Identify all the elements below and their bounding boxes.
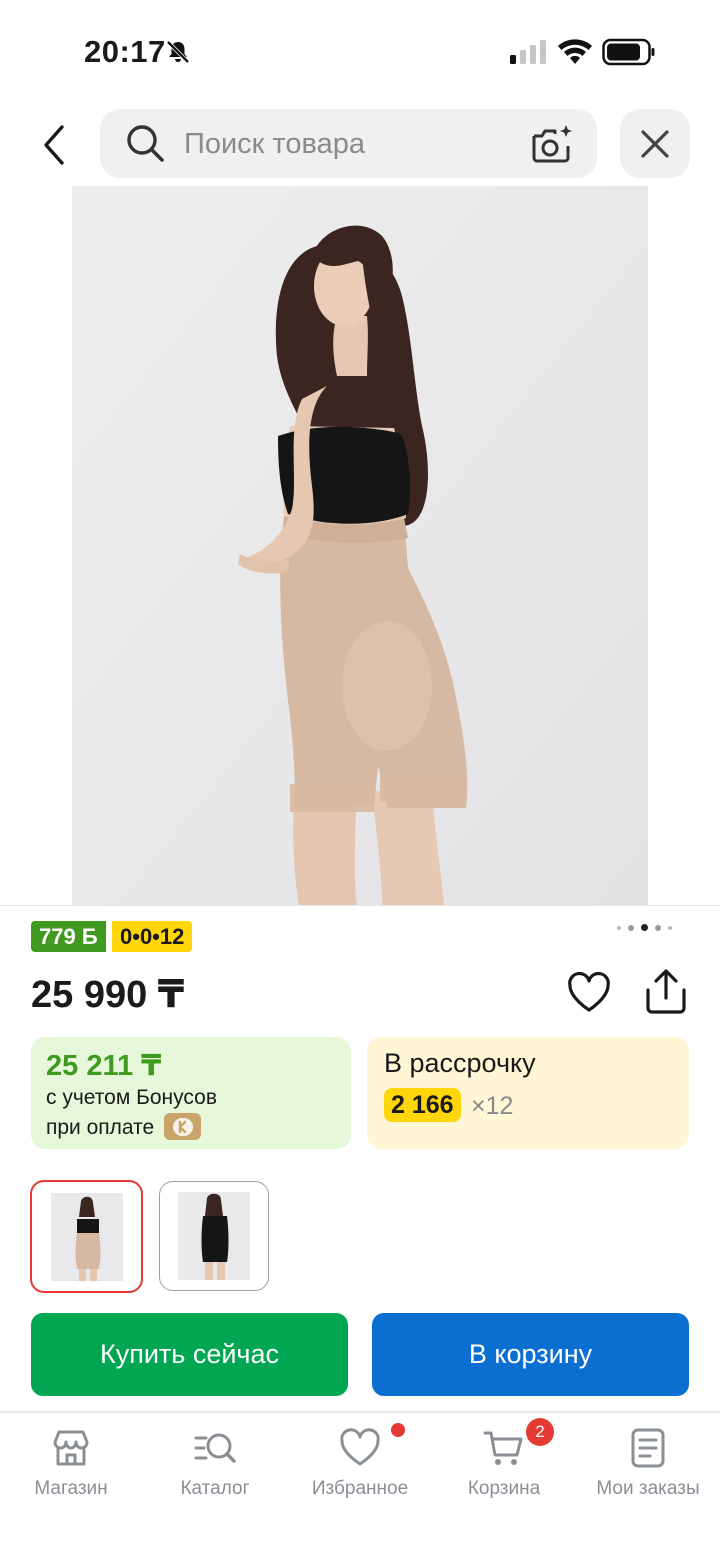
search-input[interactable]	[184, 124, 514, 164]
installment-badge: 0•0•12	[112, 921, 193, 952]
nav-label: Избранное	[311, 1478, 409, 1499]
bell-muted-icon	[166, 40, 190, 64]
pager-dot	[668, 925, 672, 930]
back-button[interactable]	[30, 116, 80, 174]
heart-icon	[340, 1428, 380, 1466]
product-price: 25 990 ₸	[31, 974, 185, 1016]
signal-icon	[510, 40, 546, 64]
product-image[interactable]	[72, 186, 648, 905]
nav-item-catalog[interactable]: Каталог	[145, 1422, 285, 1532]
camera-search-icon[interactable]	[528, 122, 576, 166]
installment-amount: 2 166	[384, 1088, 461, 1122]
bonus-note-line1: с учетом Бонусов	[46, 1086, 217, 1109]
bonus-badge: 779 Б	[31, 921, 106, 952]
pager-dot	[617, 925, 621, 930]
nav-item-orders[interactable]: Мои заказы	[578, 1422, 718, 1532]
status-time: 20:17	[84, 34, 166, 69]
pager-dot	[628, 924, 634, 931]
installment-card[interactable]: В рассрочку 2 166 ×12	[367, 1037, 689, 1149]
chevron-left-icon	[44, 125, 64, 165]
favorites-dot-badge	[391, 1423, 405, 1437]
buy-now-button[interactable]: Купить сейчас	[31, 1313, 348, 1396]
bonus-price-card[interactable]: 25 211 ₸ с учетом Бонусов при оплате	[31, 1037, 351, 1149]
kaspi-chip-icon	[164, 1113, 201, 1140]
pager-dot	[655, 924, 661, 931]
shop-icon	[53, 1430, 89, 1466]
nav-item-shop[interactable]: Магазин	[1, 1422, 141, 1532]
gallery-pager	[617, 924, 672, 931]
nav-label: Каталог	[180, 1478, 250, 1499]
image-divider	[0, 905, 720, 906]
bonus-price: 25 211 ₸	[46, 1050, 162, 1082]
heart-icon[interactable]	[566, 970, 612, 1016]
cart-count-badge: 2	[526, 1418, 554, 1446]
status-bar: 20:17	[0, 0, 720, 100]
share-icon[interactable]	[643, 968, 689, 1016]
pager-dot-active	[641, 924, 648, 931]
nav-divider	[0, 1411, 720, 1413]
close-button[interactable]	[620, 109, 690, 178]
cart-icon	[483, 1431, 523, 1465]
installment-months: ×12	[471, 1092, 514, 1120]
battery-icon	[602, 38, 655, 66]
bonus-note-line2: при оплате	[46, 1116, 155, 1139]
nav-item-favorites[interactable]: Избранное	[290, 1422, 430, 1532]
nav-item-cart[interactable]: 2 Корзина	[434, 1418, 574, 1532]
nav-label: Корзина	[467, 1478, 541, 1499]
close-icon	[641, 129, 669, 158]
installment-title: В рассрочку	[384, 1048, 536, 1078]
catalog-search-icon	[194, 1433, 236, 1463]
add-to-cart-button[interactable]: В корзину	[372, 1313, 689, 1396]
wifi-icon	[558, 39, 592, 64]
orders-icon	[631, 1428, 665, 1468]
variant-image	[50, 1192, 123, 1281]
variant-thumbnail-beige[interactable]	[30, 1180, 143, 1293]
nav-label: Мои заказы	[596, 1478, 700, 1499]
variant-thumbnail-black[interactable]	[159, 1181, 269, 1291]
search-icon	[127, 125, 164, 162]
product-photo	[72, 186, 648, 905]
nav-label: Магазин	[34, 1478, 108, 1499]
variant-image	[178, 1192, 250, 1280]
